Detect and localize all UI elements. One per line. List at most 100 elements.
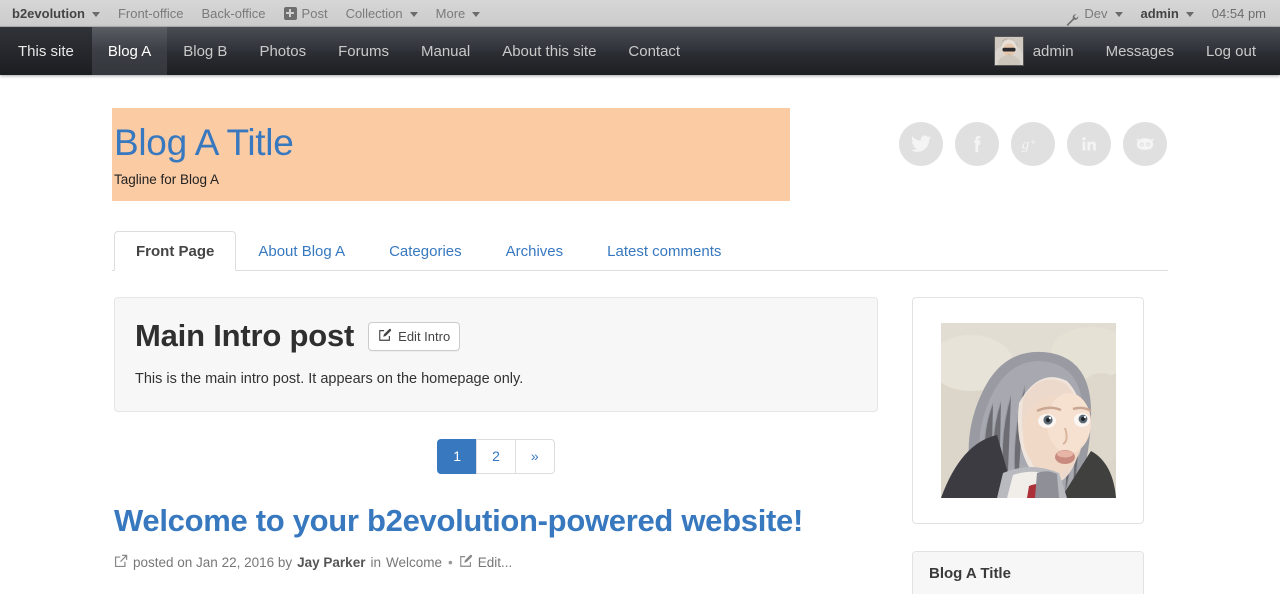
nav-item-manual[interactable]: Manual <box>405 27 486 75</box>
chevron-down-icon <box>1185 11 1194 17</box>
post-title[interactable]: Welcome to your b2evolution-powered webs… <box>114 503 878 539</box>
nav-item-photos-label: Photos <box>259 42 307 60</box>
post-byline: posted on Jan 22, 2016 by Jay Parker in … <box>114 554 878 571</box>
admin-bar-back-office-label: Back-office <box>201 5 266 21</box>
admin-bar-collection-label: Collection <box>345 5 403 21</box>
pagination-next-label: » <box>530 447 539 464</box>
sidebar: Blog A Title This is the long descriptio… <box>912 297 1144 594</box>
page-title[interactable]: Blog A Title <box>114 122 774 163</box>
nav-item-blog-a-label: Blog A <box>107 42 152 60</box>
nav-item-forums-label: Forums <box>338 42 389 60</box>
svg-text:+: + <box>1030 136 1036 147</box>
linkedin-icon[interactable] <box>1067 122 1111 166</box>
post-posted-on-text: posted on Jan 22, 2016 by <box>133 555 293 571</box>
github-icon[interactable] <box>1123 122 1167 166</box>
admin-bar-item-back-office[interactable]: Back-office <box>192 0 274 27</box>
content-columns: Main Intro post Edit Intro This is the m… <box>112 297 1168 594</box>
nav-item-forums[interactable]: Forums <box>322 27 405 75</box>
sidebar-photo-widget <box>912 297 1144 525</box>
twitter-icon[interactable] <box>899 122 943 166</box>
admin-bar: b2evolution Front-office Back-office Pos… <box>0 0 1280 27</box>
admin-bar-clock: 04:54 pm <box>1203 0 1270 27</box>
post-category[interactable]: Welcome <box>386 555 442 570</box>
blog-tagline: Tagline for Blog A <box>114 172 220 188</box>
nav-item-about-this-site[interactable]: About this site <box>486 27 612 75</box>
tab-latest-comments-label: Latest comments <box>607 243 722 261</box>
admin-bar-item-more[interactable]: More <box>427 0 490 27</box>
intro-post-title: Main Intro post <box>135 318 355 354</box>
main-nav-right-group: admin Messages Log out <box>986 27 1280 75</box>
pagination-page-2-label: 2 <box>492 447 500 464</box>
sidebar-text-widget: Blog A Title This is the long descriptio… <box>912 551 1144 594</box>
pagination-page-1-label: 1 <box>453 447 462 464</box>
tab-categories[interactable]: Categories <box>367 231 484 271</box>
main-navigation-bar: This site Blog A Blog B Photos Forums Ma… <box>0 27 1280 75</box>
pagination-next-button[interactable]: » <box>514 438 555 474</box>
post-edit-link[interactable]: Edit... <box>478 555 513 570</box>
post-article: Welcome to your b2evolution-powered webs… <box>114 503 878 572</box>
nav-messages-label: Messages <box>1105 42 1174 60</box>
blog-tabs: Front Page About Blog A Categories Archi… <box>112 230 1168 272</box>
tab-latest-comments[interactable]: Latest comments <box>585 231 743 271</box>
tab-about-blog-a[interactable]: About Blog A <box>236 231 367 271</box>
edit-intro-label: Edit Intro <box>398 328 451 344</box>
admin-bar-more-label: More <box>435 5 466 21</box>
nav-item-contact[interactable]: Contact <box>612 27 696 75</box>
admin-bar-item-post[interactable]: Post <box>275 0 337 27</box>
main-nav-left-group: This site Blog A Blog B Photos Forums Ma… <box>0 27 696 75</box>
baby-in-grey-hood-photo <box>940 323 1116 499</box>
nav-item-user-admin[interactable]: admin <box>986 27 1090 75</box>
edit-pencil-icon <box>459 554 473 571</box>
nav-item-photos[interactable]: Photos <box>243 27 322 75</box>
nav-item-contact-label: Contact <box>628 42 681 60</box>
content-container: Blog A Title Tagline for Blog A g + Fron… <box>112 108 1168 594</box>
pagination-page-2[interactable]: 2 <box>476 438 515 474</box>
social-links: g + <box>899 108 1168 166</box>
admin-bar-item-collection[interactable]: Collection <box>337 0 427 27</box>
nav-item-blog-b[interactable]: Blog B <box>167 27 243 75</box>
nav-item-blog-b-label: Blog B <box>183 42 228 60</box>
sidebar-widget-title: Blog A Title <box>913 552 1143 594</box>
admin-bar-item-admin-user[interactable]: admin <box>1132 0 1203 27</box>
nav-item-log-out[interactable]: Log out <box>1190 27 1272 75</box>
admin-bar-brand-label: b2evolution <box>12 5 85 21</box>
admin-bar-admin-label: admin <box>1140 5 1179 21</box>
nav-item-about-label: About this site <box>502 42 597 60</box>
facebook-icon[interactable] <box>955 122 999 166</box>
google-plus-icon[interactable]: g + <box>1011 122 1055 166</box>
edit-pencil-icon <box>378 328 392 345</box>
pagination-page-1[interactable]: 1 <box>437 438 477 474</box>
post-author[interactable]: Jay Parker <box>297 555 365 570</box>
chevron-down-icon <box>472 11 481 17</box>
tab-front-page[interactable]: Front Page <box>114 231 237 272</box>
admin-bar-front-office-label: Front-office <box>117 5 184 21</box>
permalink-icon[interactable] <box>114 554 128 571</box>
admin-bar-item-b2evolution[interactable]: b2evolution <box>0 0 109 27</box>
admin-bar-post-label: Post <box>301 5 328 21</box>
chevron-down-icon <box>409 11 418 17</box>
main-column: Main Intro post Edit Intro This is the m… <box>114 297 878 594</box>
nav-item-blog-a[interactable]: Blog A <box>91 27 168 75</box>
admin-bar-item-front-office[interactable]: Front-office <box>109 0 193 27</box>
tab-front-page-label: Front Page <box>136 243 215 261</box>
intro-post-header: Main Intro post Edit Intro <box>135 319 857 353</box>
pagination: 1 2 » <box>114 438 878 474</box>
nav-item-manual-label: Manual <box>420 42 471 60</box>
nav-item-messages[interactable]: Messages <box>1090 27 1190 75</box>
chevron-down-icon <box>91 11 100 17</box>
nav-item-this-site[interactable]: This site <box>0 27 92 75</box>
edit-intro-button[interactable]: Edit Intro <box>368 321 461 351</box>
plus-square-icon <box>283 6 297 20</box>
tab-categories-label: Categories <box>389 243 462 261</box>
nav-item-this-site-label: This site <box>18 42 74 60</box>
chevron-down-icon <box>1114 11 1123 17</box>
tab-archives[interactable]: Archives <box>484 231 586 271</box>
avatar <box>993 36 1024 66</box>
svg-text:g: g <box>1022 137 1029 153</box>
intro-post-body: This is the main intro post. It appears … <box>135 370 524 387</box>
admin-bar-item-dev[interactable]: Dev <box>1056 0 1131 27</box>
post-in-word: in <box>370 555 381 571</box>
nav-logout-label: Log out <box>1205 42 1256 60</box>
wrench-icon <box>1065 8 1079 26</box>
admin-bar-dev-label: Dev <box>1084 5 1108 21</box>
